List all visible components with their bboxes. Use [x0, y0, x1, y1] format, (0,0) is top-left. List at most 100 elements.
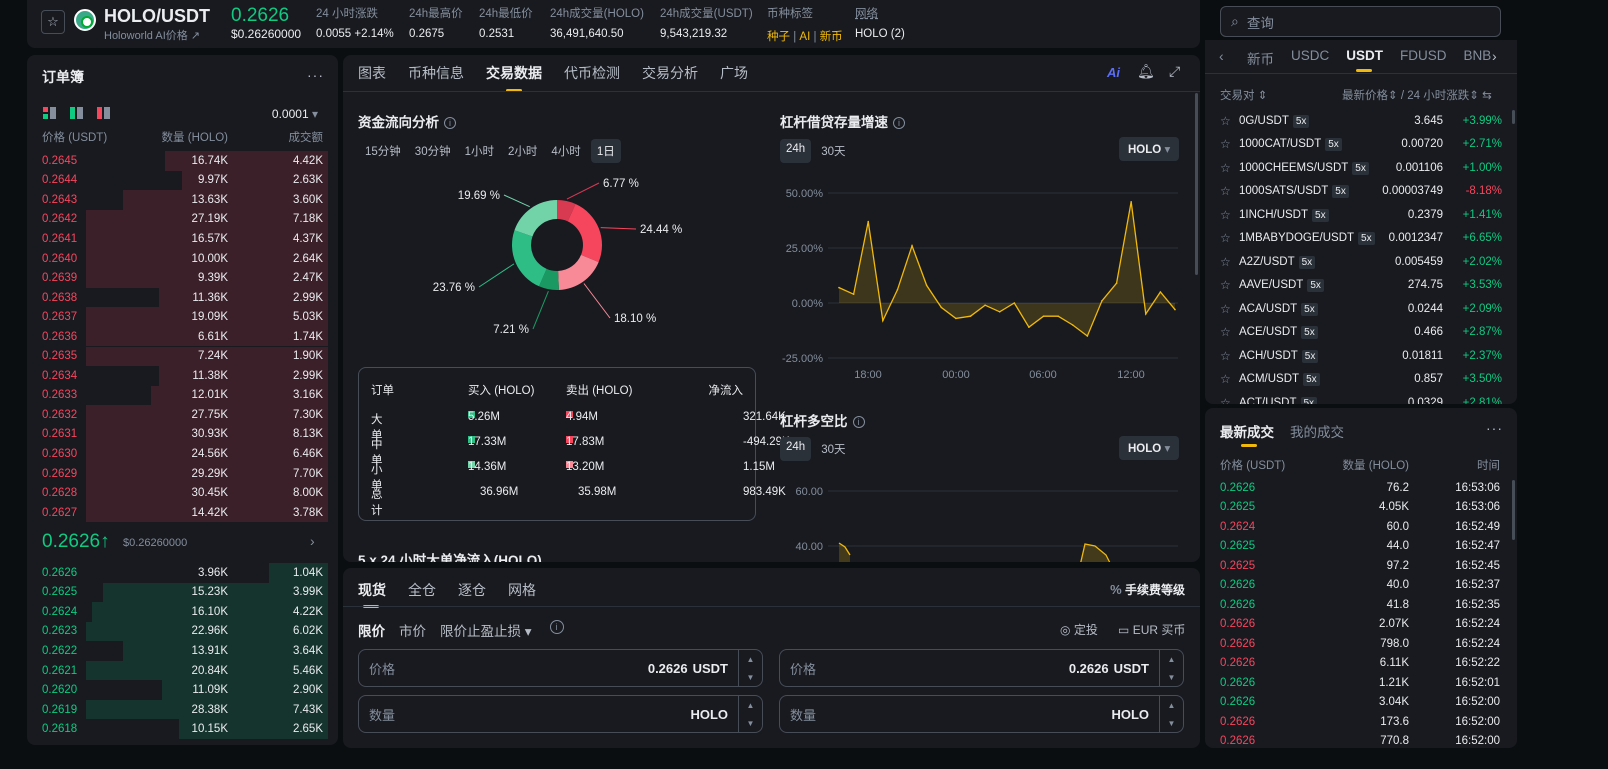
ask-row[interactable]: 0.2644 9.97K 2.63K — [42, 170, 328, 191]
ask-row[interactable]: 0.2632 27.75K 7.30K — [42, 405, 328, 425]
bid-row[interactable]: 0.2619 28.38K 7.43K — [42, 699, 328, 720]
info-icon[interactable]: i — [893, 117, 905, 129]
market-search-input[interactable]: ⌕ 查询 — [1220, 6, 1501, 37]
tab-new[interactable]: 新币 — [1247, 48, 1274, 68]
tf-1d[interactable]: 1日 — [590, 139, 621, 163]
bid-row[interactable]: 0.2625 15.23K 3.99K — [42, 582, 328, 603]
tab-chart[interactable]: 图表 — [358, 63, 386, 83]
tf-15m[interactable]: 15分钟 — [361, 139, 405, 163]
market-row[interactable]: ☆ 1000CAT/USDT 5x 0.00720 +2.71% — [1220, 133, 1502, 157]
star-icon[interactable]: ☆ — [1220, 325, 1239, 339]
tag-list[interactable]: 种子 | AI | 新币 — [767, 28, 843, 44]
tab-token-check[interactable]: 代币检测 — [564, 63, 620, 83]
info-icon[interactable]: i — [549, 620, 564, 634]
ask-row[interactable]: 0.2640 10.00K 2.64K — [42, 248, 328, 269]
bid-row[interactable]: 0.2623 22.96K 6.02K — [42, 621, 328, 642]
scrollbar[interactable] — [1195, 93, 1198, 275]
tab-grid[interactable]: 网格 — [508, 580, 536, 600]
tf-2h[interactable]: 2小时 — [504, 139, 541, 163]
tab-bnb[interactable]: BNB — [1464, 48, 1492, 68]
ask-row[interactable]: 0.2633 12.01K 3.16K — [42, 385, 328, 406]
market-row[interactable]: ☆ ACH/USDT 5x 0.01811 +2.37% — [1220, 344, 1502, 368]
coin-select[interactable]: HOLO ▾ — [1119, 137, 1180, 161]
tab-square[interactable]: 广场 — [720, 63, 748, 83]
ask-row[interactable]: 0.2635 7.24K 1.90K — [42, 346, 328, 366]
qty-stepper[interactable]: ▲ ▼ — [1159, 696, 1183, 732]
bid-row[interactable]: 0.2618 10.15K 2.65K — [42, 719, 328, 739]
sort-price-change[interactable]: 最新价格⇕ / 24 小时涨跌⇕ ⇆ — [1342, 87, 1492, 103]
tab-spot[interactable]: 现货 — [358, 580, 386, 608]
favorite-star-icon[interactable]: ☆ — [41, 10, 65, 34]
ask-row[interactable]: 0.2645 16.74K 4.42K — [42, 151, 328, 171]
order-type-stop-limit[interactable]: 限价止盈止损 ▾ — [440, 620, 532, 640]
star-icon[interactable]: ☆ — [1220, 372, 1239, 386]
tab-trading-data[interactable]: 交易数据 — [486, 63, 542, 92]
bid-row[interactable]: 0.2622 13.91K 3.64K — [42, 641, 328, 661]
more-options-icon[interactable]: ··· — [1486, 420, 1503, 436]
ai-button[interactable]: Ai — [1107, 65, 1120, 80]
star-icon[interactable]: ☆ — [1220, 278, 1239, 292]
range-30d[interactable]: 30天 — [817, 437, 849, 461]
bid-row[interactable]: 0.2620 11.09K 2.90K — [42, 680, 328, 700]
market-row[interactable]: ☆ 1000SATS/USDT 5x 0.00003749 -8.18% — [1220, 180, 1502, 204]
more-options-icon[interactable]: ··· — [307, 67, 324, 83]
tab-usdt[interactable]: USDT — [1346, 48, 1383, 72]
ask-row[interactable]: 0.2642 27.19K 7.18K — [42, 209, 328, 230]
tab-my-trades[interactable]: 我的成交 — [1290, 421, 1344, 441]
ask-row[interactable]: 0.2636 6.61K 1.74K — [42, 326, 328, 347]
tab-coin-info[interactable]: 币种信息 — [408, 63, 464, 83]
tf-1h[interactable]: 1小时 — [461, 139, 498, 163]
tab-market-trades[interactable]: 最新成交 — [1220, 421, 1274, 447]
tf-4h[interactable]: 4小时 — [547, 139, 584, 163]
ask-row[interactable]: 0.2630 24.56K 6.46K — [42, 444, 328, 464]
bell-icon[interactable]: 🔔︎ — [1137, 63, 1155, 80]
coin-select[interactable]: HOLO ▾ — [1119, 436, 1180, 460]
tf-30m[interactable]: 30分钟 — [411, 139, 455, 163]
star-icon[interactable]: ☆ — [1220, 302, 1239, 316]
tab-isolated[interactable]: 逐仓 — [458, 580, 486, 600]
info-icon[interactable]: i — [444, 117, 456, 129]
star-icon[interactable]: ☆ — [1220, 161, 1239, 175]
recurring-buy-link[interactable]: ◎ 定投 — [1060, 621, 1098, 638]
market-row[interactable]: ☆ 1000CHEEMS/USDT 5x 0.001106 +1.00% — [1220, 156, 1502, 180]
chevron-left-icon[interactable]: ‹ — [1219, 48, 1224, 64]
chevron-right-icon[interactable]: › — [1492, 48, 1497, 64]
market-row[interactable]: ☆ 1INCH/USDT 5x 0.2379 +1.41% — [1220, 203, 1502, 227]
symbol-subtitle-link[interactable]: Holoworld AI价格 ↗ — [104, 27, 200, 43]
star-icon[interactable]: ☆ — [1220, 137, 1239, 151]
ask-row[interactable]: 0.2639 9.39K 2.47K — [42, 268, 328, 288]
price-stepper[interactable]: ▲ ▼ — [738, 650, 762, 686]
sort-pair[interactable]: 交易对 ⇕ — [1220, 87, 1267, 103]
market-row[interactable]: ☆ ACM/USDT 5x 0.857 +3.50% — [1220, 368, 1502, 392]
star-icon[interactable]: ☆ — [1220, 349, 1239, 363]
view-both-icon[interactable] — [43, 107, 56, 119]
market-row[interactable]: ☆ ACT/USDT 5x 0.0329 +2.81% — [1220, 391, 1502, 404]
market-row[interactable]: ☆ AAVE/USDT 5x 274.75 +3.53% — [1220, 274, 1502, 298]
star-icon[interactable]: ☆ — [1220, 208, 1239, 222]
ask-row[interactable]: 0.2641 16.57K 4.37K — [42, 229, 328, 249]
view-asks-icon[interactable] — [97, 107, 110, 119]
order-type-market[interactable]: 市价 — [399, 620, 426, 640]
sell-qty-input[interactable]: 数量 HOLO ▲ ▼ — [779, 695, 1184, 733]
ask-row[interactable]: 0.2643 13.63K 3.60K — [42, 190, 328, 210]
market-row[interactable]: ☆ ACA/USDT 5x 0.0244 +2.09% — [1220, 297, 1502, 321]
ask-row[interactable]: 0.2628 30.45K 8.00K — [42, 483, 328, 503]
tab-trade-analysis[interactable]: 交易分析 — [642, 63, 698, 83]
qty-stepper[interactable]: ▲ ▼ — [738, 696, 762, 732]
range-24h[interactable]: 24h — [780, 437, 812, 461]
order-type-limit[interactable]: 限价 — [358, 620, 385, 640]
market-row[interactable]: ☆ A2Z/USDT 5x 0.005459 +2.02% — [1220, 250, 1502, 274]
sell-price-input[interactable]: 价格 0.2626 USDT ▲ ▼ — [779, 649, 1184, 687]
ask-row[interactable]: 0.2627 14.42K 3.78K — [42, 502, 328, 523]
tab-fdusd[interactable]: FDUSD — [1400, 48, 1447, 68]
star-icon[interactable]: ☆ — [1220, 114, 1239, 128]
ask-row[interactable]: 0.2638 11.36K 2.99K — [42, 287, 328, 308]
bid-row[interactable]: 0.2626 3.96K 1.04K — [42, 563, 328, 583]
buy-qty-input[interactable]: 数量 HOLO ▲ ▼ — [358, 695, 763, 733]
star-icon[interactable]: ☆ — [1220, 396, 1239, 404]
eur-buy-link[interactable]: ▭ EUR 买币 — [1118, 621, 1185, 638]
expand-icon[interactable]: ⤢ — [1169, 63, 1180, 80]
price-stepper[interactable]: ▲ ▼ — [1159, 650, 1183, 686]
ask-row[interactable]: 0.2634 11.38K 2.99K — [42, 366, 328, 386]
market-row[interactable]: ☆ 0G/USDT 5x 3.645 +3.99% — [1220, 109, 1502, 133]
